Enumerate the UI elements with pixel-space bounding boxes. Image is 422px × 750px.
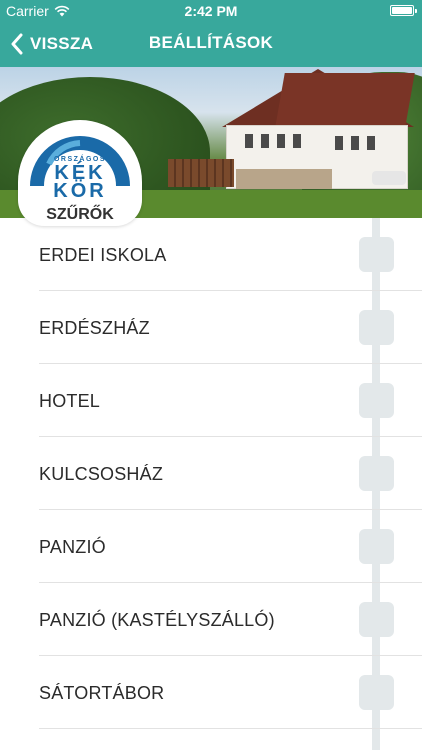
house-window	[245, 134, 253, 148]
house-window	[351, 136, 359, 150]
filter-checkbox[interactable]	[359, 675, 394, 710]
house-window	[335, 136, 343, 150]
page-title: BEÁLLÍTÁSOK	[148, 33, 274, 52]
status-time: 2:42 PM	[184, 3, 238, 19]
house-roof	[275, 73, 415, 127]
filter-row-panzio[interactable]: PANZIÓ	[0, 510, 422, 583]
stone-wall	[236, 169, 332, 189]
filter-checkbox[interactable]	[359, 456, 394, 491]
house-window	[367, 136, 375, 150]
car	[372, 171, 406, 185]
status-bar: Carrier 2:42 PM	[0, 0, 422, 22]
row-divider	[39, 728, 422, 729]
house-window	[277, 134, 285, 148]
wooden-fence	[168, 159, 234, 187]
filter-checkbox[interactable]	[359, 237, 394, 272]
kek-kor-logo: ORSZÁGOS KÉK KÖR SZŰRŐK	[18, 120, 142, 226]
filter-row-satortabor[interactable]: SÁTORTÁBOR	[0, 656, 422, 729]
filter-label: ERDÉSZHÁZ	[39, 318, 150, 338]
house-window	[293, 134, 301, 148]
filter-label: SÁTORTÁBOR	[39, 683, 165, 703]
filter-row-kulcsoshaz[interactable]: KULCSOSHÁZ	[0, 437, 422, 510]
navigation-bar: VISSZA BEÁLLÍTÁSOK	[0, 22, 422, 67]
filter-row-erdei-iskola[interactable]: ERDEI ISKOLA	[0, 218, 422, 291]
filter-row-panzio-kastelyszallo[interactable]: PANZIÓ (KASTÉLYSZÁLLÓ)	[0, 583, 422, 656]
battery-icon	[390, 5, 417, 16]
filter-checkbox[interactable]	[359, 383, 394, 418]
filter-label: KULCSOSHÁZ	[39, 464, 164, 484]
filter-row-hotel[interactable]: HOTEL	[0, 364, 422, 437]
logo-line-2: KÖR	[53, 180, 107, 202]
house-window	[261, 134, 269, 148]
filter-checkbox[interactable]	[359, 310, 394, 345]
filter-label: PANZIÓ	[39, 537, 106, 557]
filter-label: PANZIÓ (KASTÉLYSZÁLLÓ)	[39, 610, 275, 630]
filter-list: ERDEI ISKOLA ERDÉSZHÁZ HOTEL KULCSOSHÁZ …	[0, 218, 422, 750]
filter-checkbox[interactable]	[359, 529, 394, 564]
filter-row-erdeszhaz[interactable]: ERDÉSZHÁZ	[0, 291, 422, 364]
app-header: Carrier 2:42 PM VISSZA BEÁLLÍTÁSOK	[0, 0, 422, 67]
filter-checkbox[interactable]	[359, 602, 394, 637]
filter-label: ERDEI ISKOLA	[39, 245, 167, 265]
filter-label: HOTEL	[39, 391, 101, 411]
